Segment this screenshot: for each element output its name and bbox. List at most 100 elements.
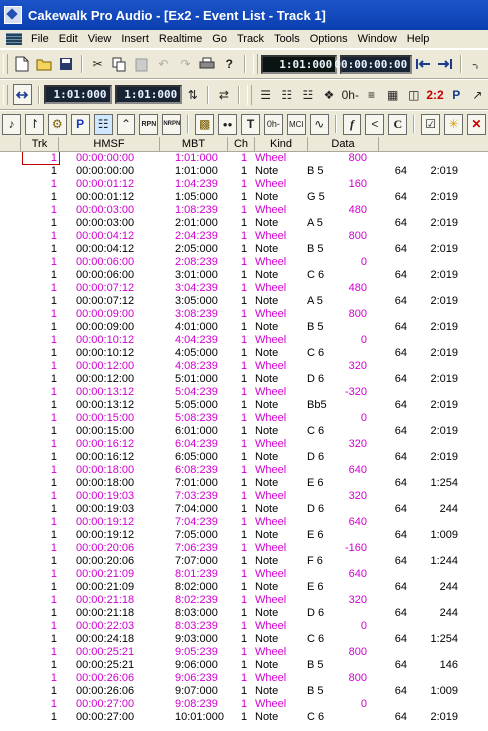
table-row[interactable]: 1 00:00:12:00 5:01:000 1 Note D 6 64 2:019 — [0, 373, 488, 386]
event-duration[interactable]: 2:019 — [413, 711, 458, 724]
event-channel[interactable]: 1 — [241, 477, 247, 490]
column-kind[interactable]: Kind — [255, 137, 308, 151]
event-kind[interactable]: Note — [255, 555, 278, 568]
event-hmsf[interactable]: 00:00:00:00 — [76, 165, 134, 178]
toolbar-grip[interactable] — [247, 84, 253, 105]
event-hmsf[interactable]: 00:00:16:12 — [76, 438, 134, 451]
menu-track[interactable]: Track — [232, 33, 269, 45]
event-kind[interactable]: Note — [255, 191, 278, 204]
event-velocity[interactable]: 64 — [385, 295, 407, 308]
event-hmsf[interactable]: 00:00:21:09 — [76, 568, 134, 581]
menu-file[interactable]: File — [26, 33, 54, 45]
table-row[interactable]: 1 00:00:00:00 1:01:000 1 Note B 5 64 2:019 — [0, 165, 488, 178]
table-row[interactable]: 1 00:00:13:12 5:05:000 1 Note Bb5 64 2:019 — [0, 399, 488, 412]
event-duration[interactable]: 1:244 — [413, 555, 458, 568]
event-kind[interactable]: Wheel — [255, 204, 286, 217]
event-duration[interactable]: 244 — [413, 581, 458, 594]
event-hmsf[interactable]: 00:00:26:06 — [76, 685, 134, 698]
event-velocity[interactable]: 64 — [385, 529, 407, 542]
event-velocity[interactable]: 64 — [385, 685, 407, 698]
event-channel[interactable]: 1 — [241, 243, 247, 256]
event-mbt[interactable]: 1:01:000 — [175, 165, 218, 178]
event-trk[interactable]: 1 — [20, 217, 57, 230]
event-trk[interactable]: 1 — [20, 659, 57, 672]
event-hmsf[interactable]: 00:00:21:18 — [76, 607, 134, 620]
cut-icon[interactable]: ✂ — [89, 55, 107, 74]
sysx-filter-icon[interactable]: ▩ — [195, 113, 215, 135]
save-icon[interactable] — [57, 55, 75, 74]
event-kind[interactable]: Note — [255, 581, 278, 594]
event-trk[interactable]: 1 — [20, 607, 57, 620]
event-kind[interactable]: Note — [255, 399, 278, 412]
open-folder-icon[interactable] — [35, 55, 53, 74]
toolbar-grip[interactable] — [3, 54, 8, 74]
table-row[interactable]: 1 00:00:01:12 1:05:000 1 Note G 5 64 2:019 — [0, 191, 488, 204]
event-note[interactable]: B 5 — [307, 243, 324, 256]
event-hmsf[interactable]: 00:00:19:03 — [76, 490, 134, 503]
table-row[interactable]: 1 00:00:24:18 9:03:000 1 Note C 6 64 1:254 — [0, 633, 488, 646]
event-channel[interactable]: 1 — [241, 542, 247, 555]
event-hmsf[interactable]: 00:00:01:12 — [76, 191, 134, 204]
event-mbt[interactable]: 7:01:000 — [175, 477, 218, 490]
event-hmsf[interactable]: 00:00:07:12 — [76, 295, 134, 308]
event-kind[interactable]: Note — [255, 347, 278, 360]
event-channel[interactable]: 1 — [241, 360, 247, 373]
event-note[interactable]: B 5 — [307, 165, 324, 178]
event-trk[interactable]: 1 — [20, 360, 57, 373]
event-value[interactable]: 320 — [335, 360, 367, 373]
event-trk[interactable]: 1 — [20, 269, 57, 282]
event-note[interactable]: E 6 — [307, 477, 324, 490]
event-channel[interactable]: 1 — [241, 529, 247, 542]
event-trk[interactable]: 1 — [20, 451, 57, 464]
event-kind[interactable]: Wheel — [255, 542, 286, 555]
event-hmsf[interactable]: 00:00:18:00 — [76, 464, 134, 477]
event-kind[interactable]: Note — [255, 607, 278, 620]
event-channel[interactable]: 1 — [241, 568, 247, 581]
event-hmsf[interactable]: 00:00:27:00 — [76, 698, 134, 711]
wheel-filter-icon[interactable]: ⌃ — [116, 113, 136, 135]
event-velocity[interactable]: 64 — [385, 425, 407, 438]
event-kind[interactable]: Wheel — [255, 308, 286, 321]
menu-window[interactable]: Window — [353, 33, 402, 45]
event-mbt[interactable]: 9:08:239 — [175, 698, 218, 711]
event-trk[interactable]: 1 — [20, 555, 57, 568]
event-kind[interactable]: Wheel — [255, 594, 286, 607]
event-mbt[interactable]: 7:05:000 — [175, 529, 218, 542]
event-mbt[interactable]: 9:06:239 — [175, 672, 218, 685]
table-row[interactable]: 1 00:00:12:00 4:08:239 1 Wheel 320 — [0, 360, 488, 373]
event-channel[interactable]: 1 — [241, 464, 247, 477]
table-row[interactable]: 1 00:00:10:12 4:04:239 1 Wheel 0 — [0, 334, 488, 347]
event-trk[interactable]: 1 — [20, 620, 57, 633]
event-mbt[interactable]: 3:05:000 — [175, 295, 218, 308]
event-channel[interactable]: 1 — [241, 282, 247, 295]
redo-icon[interactable]: ↷ — [176, 55, 194, 74]
event-value[interactable]: -320 — [335, 386, 367, 399]
event-hmsf[interactable]: 00:00:04:12 — [76, 243, 134, 256]
piano-roll-icon[interactable]: ☳ — [299, 85, 316, 104]
menu-options[interactable]: Options — [305, 33, 353, 45]
event-hmsf[interactable]: 00:00:13:12 — [76, 386, 134, 399]
event-channel[interactable]: 1 — [241, 594, 247, 607]
rpn-filter-icon[interactable]: RPN — [139, 113, 159, 135]
event-kind[interactable]: Wheel — [255, 256, 286, 269]
event-trk[interactable]: 1 — [20, 672, 57, 685]
table-row[interactable]: 1 00:00:16:12 6:04:239 1 Wheel 320 — [0, 438, 488, 451]
event-value[interactable]: 320 — [335, 490, 367, 503]
event-kind[interactable]: Wheel — [255, 282, 286, 295]
table-row[interactable]: 1 00:00:18:00 7:01:000 1 Note E 6 64 1:254 — [0, 477, 488, 490]
event-duration[interactable]: 1:254 — [413, 633, 458, 646]
event-hmsf[interactable]: 00:00:22:03 — [76, 620, 134, 633]
event-kind[interactable]: Wheel — [255, 178, 286, 191]
table-row[interactable]: 1 00:00:04:12 2:04:239 1 Wheel 800 — [0, 230, 488, 243]
event-kind[interactable]: Wheel — [255, 152, 286, 165]
event-channel[interactable]: 1 — [241, 581, 247, 594]
event-hmsf[interactable]: 00:00:13:12 — [76, 399, 134, 412]
table-row[interactable]: 1 00:00:07:12 3:04:239 1 Wheel 480 — [0, 282, 488, 295]
table-row[interactable]: 1 00:00:15:00 6:01:000 1 Note C 6 64 2:019 — [0, 425, 488, 438]
event-duration[interactable]: 146 — [413, 659, 458, 672]
event-mbt[interactable]: 5:01:000 — [175, 373, 218, 386]
event-velocity[interactable]: 64 — [385, 217, 407, 230]
event-trk[interactable]: 1 — [20, 321, 57, 334]
event-duration[interactable]: 244 — [413, 607, 458, 620]
from-thru-icon[interactable] — [12, 84, 32, 105]
